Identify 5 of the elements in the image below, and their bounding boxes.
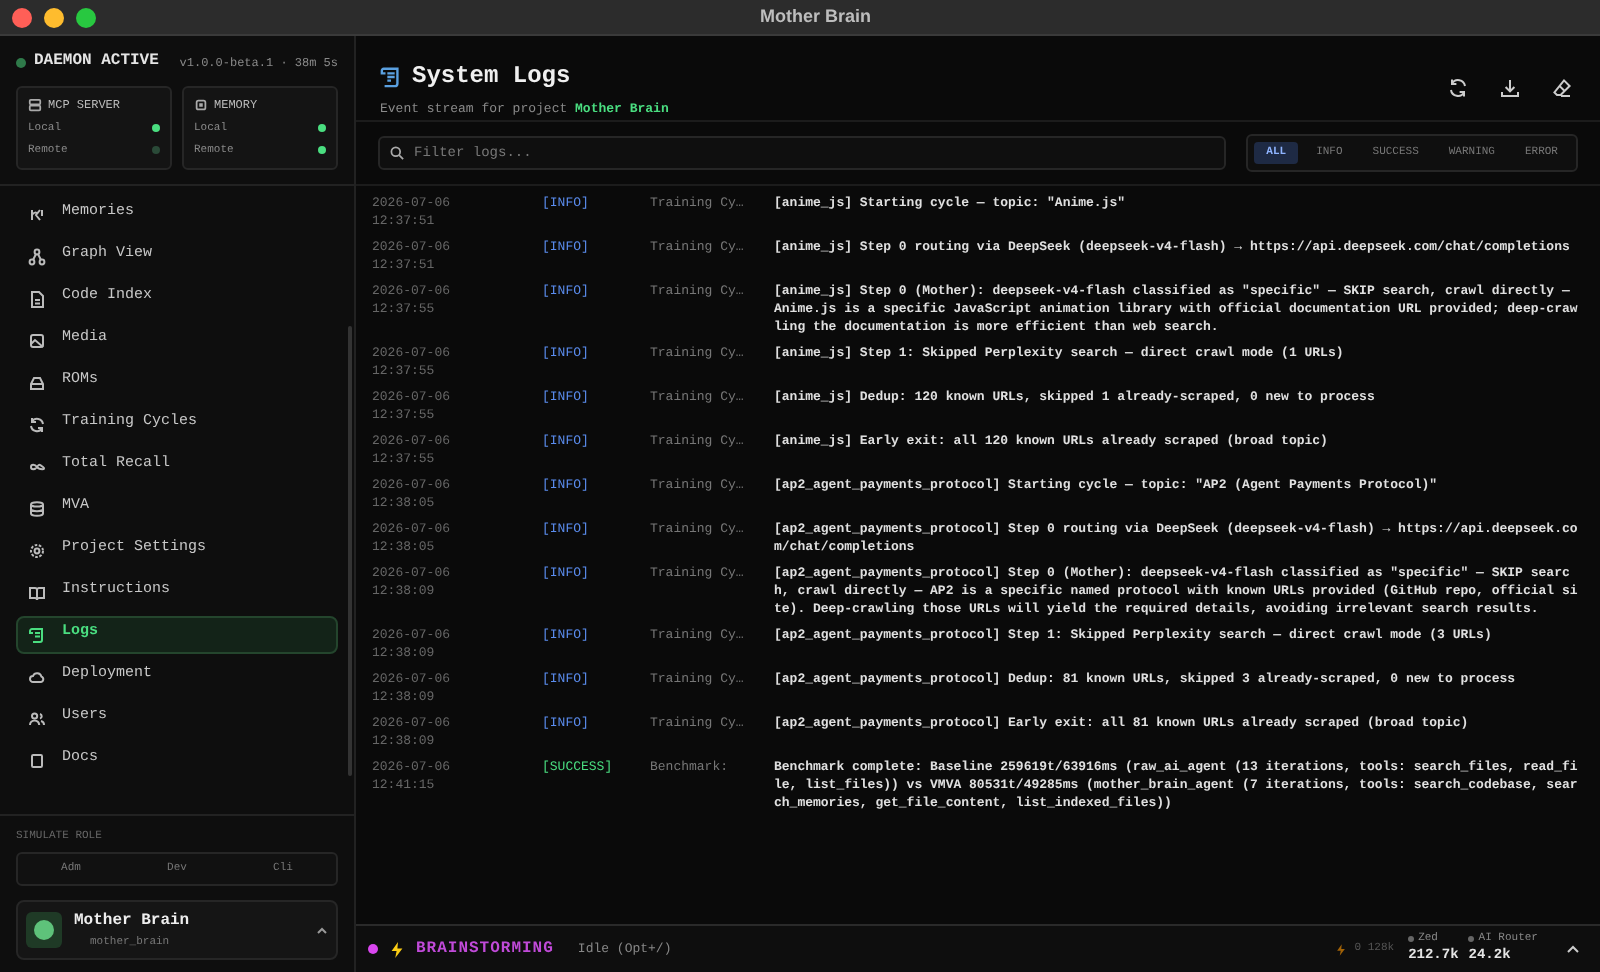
daemon-status: DAEMON ACTIVE: [34, 50, 159, 74]
user-name: Mother Brain: [74, 909, 190, 934]
window-title: Mother Brain: [760, 4, 872, 30]
page-title: System Logs: [412, 60, 571, 94]
mode-label: BRAINSTORMING: [416, 937, 554, 961]
